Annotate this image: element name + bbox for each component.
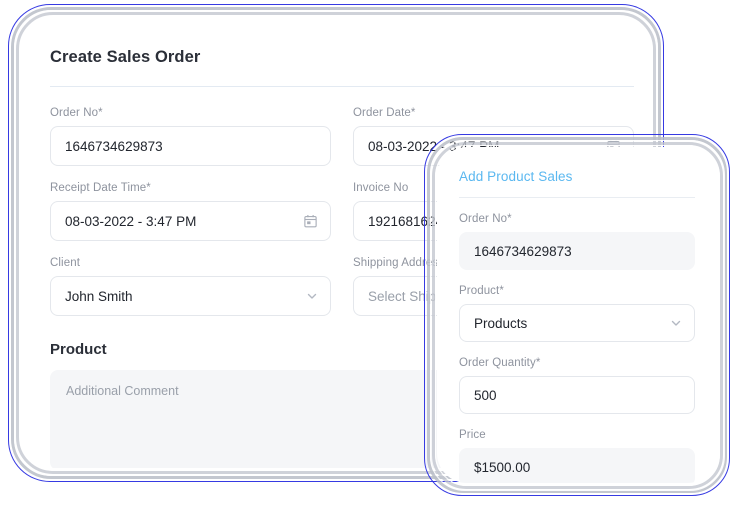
- overlay-field-order-quantity: Order Quantity* 500: [459, 357, 695, 414]
- overlay-field-product: Product* Products: [459, 285, 695, 342]
- field-value: John Smith: [65, 288, 133, 304]
- field-value: $1500.00: [474, 459, 531, 475]
- overlay-field-price: Price $1500.00: [459, 429, 695, 483]
- overlay-order-no-input: 1646734629873: [459, 232, 695, 270]
- field-client: Client John Smith: [50, 257, 331, 316]
- add-product-sales-link[interactable]: Add Product Sales: [459, 169, 695, 184]
- overlay-order-quantity-input[interactable]: 500: [459, 376, 695, 414]
- field-label: Order Quantity*: [459, 357, 541, 369]
- field-label: Product*: [459, 285, 504, 297]
- field-value: 08-03-2022 - 3:47 PM: [65, 213, 197, 229]
- client-select[interactable]: John Smith: [50, 276, 331, 316]
- field-label: Order No*: [459, 213, 512, 225]
- overlay-product-select[interactable]: Products: [459, 304, 695, 342]
- field-label: Price: [459, 429, 486, 441]
- field-value: 500: [474, 387, 497, 403]
- order-no-input[interactable]: 1646734629873: [50, 126, 331, 166]
- field-label: Client: [50, 257, 81, 269]
- field-label: Receipt Date Time*: [50, 182, 151, 194]
- add-product-sales-card: Add Product Sales Order No* 164673462987…: [424, 134, 730, 496]
- field-label: Order No*: [50, 107, 103, 119]
- field-value: 1646734629873: [474, 243, 572, 259]
- field-order-no: Order No* 1646734629873: [50, 107, 331, 166]
- title-divider: [50, 86, 634, 87]
- receipt-date-time-input[interactable]: 08-03-2022 - 3:47 PM: [50, 201, 331, 241]
- overlay-price-input: $1500.00: [459, 448, 695, 483]
- field-receipt-date-time: Receipt Date Time* 08-03-2022 - 3:47 PM: [50, 182, 331, 241]
- overlay-field-order-no: Order No* 1646734629873: [459, 213, 695, 270]
- chevron-down-icon[interactable]: [670, 317, 682, 329]
- chevron-down-icon[interactable]: [306, 290, 318, 302]
- overlay-divider: [459, 197, 695, 198]
- field-value: 1646734629873: [65, 138, 163, 154]
- field-label: Order Date*: [353, 107, 416, 119]
- field-value: Products: [474, 315, 528, 331]
- screenshot-stage: Create Sales Order Order No* 16467346298…: [0, 0, 746, 524]
- page-title: Create Sales Order: [50, 48, 201, 66]
- calendar-icon[interactable]: [303, 214, 318, 229]
- overlay-card-surface: Add Product Sales Order No* 164673462987…: [437, 147, 717, 483]
